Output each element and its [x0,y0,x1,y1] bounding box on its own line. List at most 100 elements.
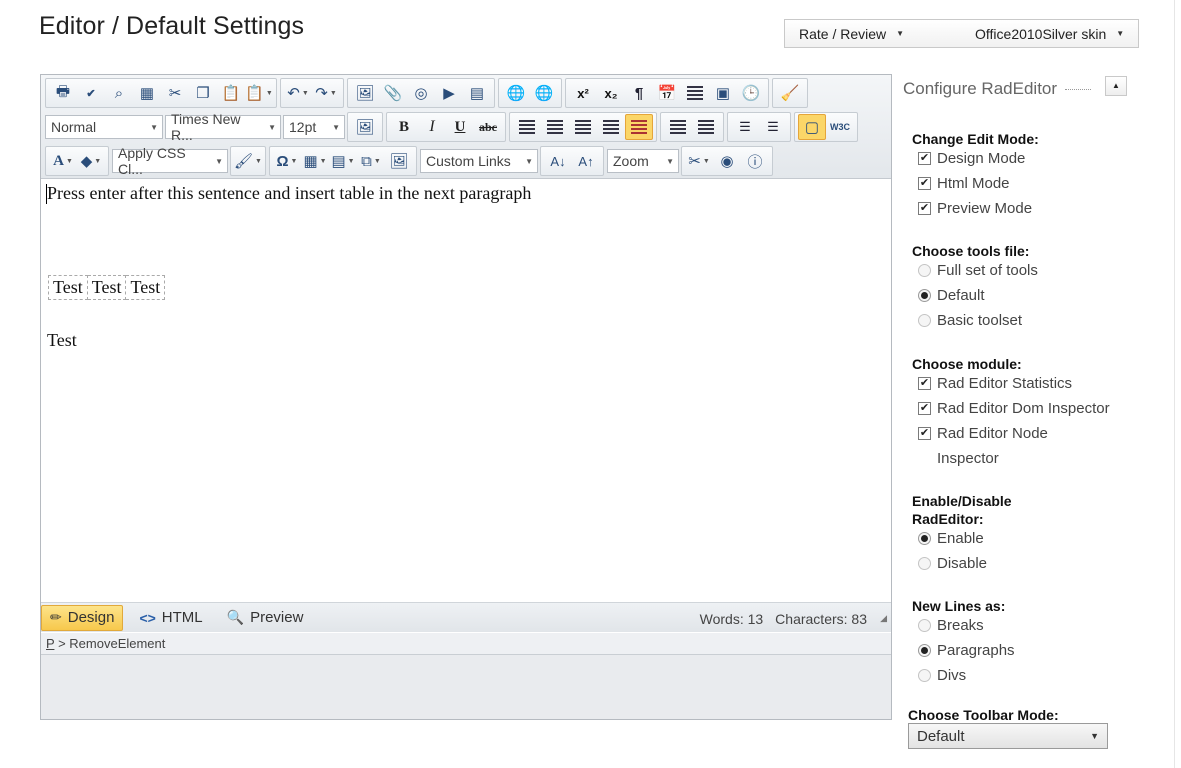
align-right-icon[interactable] [569,114,597,140]
toolbar-group: ↶ ▼ ↷ ▼ [280,78,344,108]
divs-radio[interactable]: Divs [918,667,966,684]
toolbar-group: A↓ A↑ [540,146,604,176]
format-block-dropdown[interactable]: Normal ▼ [45,115,163,139]
paragraphs-radio[interactable]: Paragraphs [918,642,1015,659]
preview-mode-checkbox[interactable]: ✔ Preview Mode [918,200,1032,217]
editor-content-area[interactable]: Press enter after this sentence and inse… [46,180,886,600]
print-icon[interactable]: 🖶 [49,80,77,106]
option-label-continued: Inspector [937,450,999,467]
redo-icon[interactable]: ↷ ▼ [312,80,340,106]
insert-time-icon[interactable]: 🕒 [737,80,765,106]
align-left-icon[interactable] [513,114,541,140]
skin-dropdown[interactable]: Office2010Silver skin ▼ [911,26,1124,42]
select-all-icon[interactable]: ▦ [133,80,161,106]
content-paragraph[interactable]: Test [47,330,77,351]
default-tools-radio[interactable]: Default [918,287,985,304]
toolbar-mode-select[interactable]: Default ▼ [908,723,1108,749]
image-map-icon[interactable]: 🖼 [351,114,379,140]
undo-icon[interactable]: ↶ ▼ [284,80,312,106]
table-cell[interactable]: Test [125,275,166,300]
insert-form-element-icon[interactable]: ▤ ▼ [329,148,357,174]
rate-review-dropdown[interactable]: Rate / Review ▼ [785,26,911,42]
insert-symbol-icon[interactable]: Ω ▼ [273,148,301,174]
statistics-module-checkbox[interactable]: ✔ Rad Editor Statistics [918,375,1072,392]
node-inspector-module-checkbox[interactable]: ✔ Rad Editor Node [918,425,1048,442]
bold-button[interactable]: B [390,114,418,140]
document-manager-icon[interactable]: 📎 [379,80,407,106]
media-manager-icon[interactable]: ▶ [435,80,463,106]
collapse-arrow-icon[interactable]: ▲ [1105,76,1127,96]
justify-icon[interactable] [597,114,625,140]
horizontal-rule-icon[interactable] [681,80,709,106]
insert-date-icon[interactable]: 📅 [653,80,681,106]
subscript-icon[interactable]: x₂ [597,80,625,106]
format-stripper-icon[interactable]: 🧹 [776,80,804,106]
insert-snippet-icon[interactable]: ⧉ ▼ [357,148,385,174]
checkbox-checked-icon: ✔ [918,152,931,165]
copy-icon[interactable]: ❐ [189,80,217,106]
insert-table-icon[interactable]: ▦ ▼ [301,148,329,174]
paste-options-icon[interactable]: 📋 ▼ [245,80,273,106]
paragraph-mark-icon[interactable]: ¶ [625,80,653,106]
spellcheck-icon[interactable]: ✔ [77,80,105,106]
table-cell[interactable]: Test [86,275,127,300]
indent-icon[interactable] [664,114,692,140]
hyperlink-icon[interactable]: 🌐 [502,80,530,106]
outdent-icon[interactable] [692,114,720,140]
custom-links-dropdown[interactable]: Custom Links ▼ [420,149,538,173]
font-size-dropdown[interactable]: 12pt ▼ [283,115,345,139]
background-color-icon[interactable]: ◆ ▼ [77,148,105,174]
convert-to-lower-icon[interactable]: A↓ [544,148,572,174]
radio-unselected-icon [918,264,931,277]
content-paragraph[interactable]: Press enter after this sentence and inse… [47,183,531,204]
dom-path-element[interactable]: P [46,636,54,651]
design-mode-checkbox[interactable]: ✔ Design Mode [918,150,1025,167]
bulleted-list-icon[interactable]: ☰ [759,114,787,140]
table-cell[interactable]: Test [48,275,88,300]
format-painter-icon[interactable]: 🖌 ▼ [234,148,262,174]
superscript-icon[interactable]: x² [569,80,597,106]
html-mode-checkbox[interactable]: ✔ Html Mode [918,175,1010,192]
flash-manager-icon[interactable]: ◎ [407,80,435,106]
convert-to-upper-icon[interactable]: A↑ [572,148,600,174]
toggle-screen-mode-icon[interactable]: ◉ [713,148,741,174]
code-icon: <> [139,609,156,626]
full-tools-radio[interactable]: Full set of tools [918,262,1038,279]
about-dialog-icon[interactable]: ⓘ [741,148,769,174]
disable-radio[interactable]: Disable [918,555,987,572]
xhtml-validator-icon[interactable]: W3C [826,114,854,140]
numbered-list-icon[interactable]: ☰ [731,114,759,140]
dom-inspector-module-checkbox[interactable]: ✔ Rad Editor Dom Inspector [918,400,1110,417]
image-properties-icon[interactable]: 🖼 [385,148,413,174]
table-row: Test Test Test [48,275,166,300]
radio-selected-icon [918,532,931,545]
format-code-icon[interactable]: ▣ [709,80,737,106]
breaks-radio[interactable]: Breaks [918,617,984,634]
apply-css-class-dropdown[interactable]: Apply CSS Cl... ▼ [112,145,228,177]
cut-icon[interactable]: ✂ [161,80,189,106]
enable-radio[interactable]: Enable [918,530,984,547]
strikethrough-button[interactable]: abc [474,114,502,140]
remove-element-link[interactable]: RemoveElement [69,636,165,651]
remove-link-icon[interactable]: 🌐 [530,80,558,106]
zoom-dropdown[interactable]: Zoom ▼ [607,149,679,173]
paste-icon[interactable]: 📋 [217,80,245,106]
content-table[interactable]: Test Test Test [48,275,166,300]
font-color-icon[interactable]: A ▼ [49,148,77,174]
justify-none-icon[interactable] [625,114,653,140]
preview-mode-tab[interactable]: 🔍 Preview [219,605,312,631]
option-label: Html Mode [937,175,1010,192]
find-replace-icon[interactable]: ⌕ [105,80,133,106]
resize-handle-icon[interactable]: ◢ [880,613,887,624]
font-name-dropdown[interactable]: Times New R... ▼ [165,111,281,143]
modules-manager-icon[interactable]: ✂ ▼ [685,148,713,174]
template-manager-icon[interactable]: ▤ [463,80,491,106]
basic-toolset-radio[interactable]: Basic toolset [918,312,1022,329]
image-manager-icon[interactable]: 🖼 [351,80,379,106]
underline-button[interactable]: U [446,114,474,140]
toggle-table-border-icon[interactable]: ▢ [798,114,826,140]
design-mode-tab[interactable]: ✏ Design [41,604,124,631]
italic-button[interactable]: I [418,114,446,140]
html-mode-tab[interactable]: <> HTML [131,605,210,631]
align-center-icon[interactable] [541,114,569,140]
